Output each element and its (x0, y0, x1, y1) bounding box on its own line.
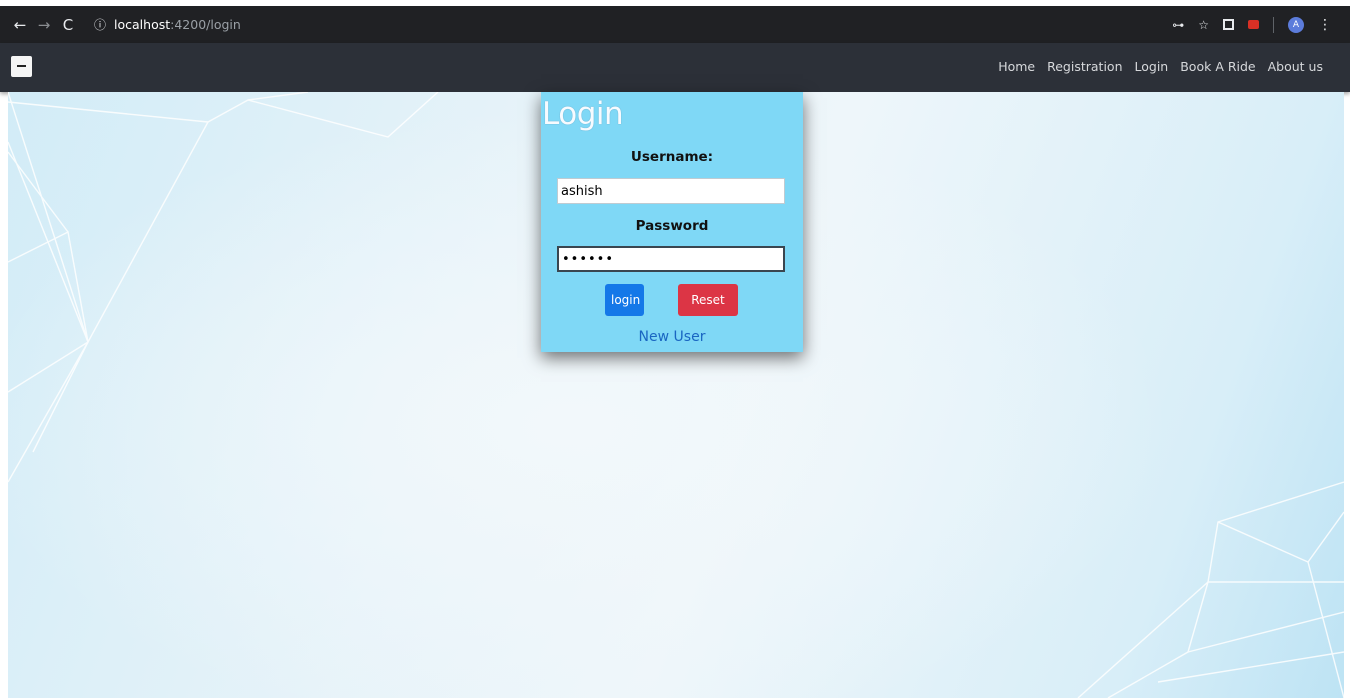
nav-login[interactable]: Login (1135, 59, 1169, 74)
red-extension-icon[interactable] (1248, 20, 1259, 29)
logo-icon[interactable] (11, 56, 32, 77)
password-input[interactable] (557, 246, 785, 272)
toolbar-divider (1273, 16, 1274, 33)
url-host: localhost (114, 17, 171, 32)
login-title: Login (542, 96, 624, 132)
new-user-link[interactable]: New User (541, 329, 803, 345)
login-button[interactable]: login (605, 284, 644, 316)
username-input[interactable] (557, 178, 785, 204)
login-card: Login Username: Password login Reset New… (541, 92, 803, 352)
nav-about-us[interactable]: About us (1268, 59, 1323, 74)
star-icon[interactable]: ☆ (1198, 18, 1209, 32)
menu-icon[interactable]: ⋮ (1318, 17, 1332, 33)
app-navbar: Home Registration Login Book A Ride Abou… (0, 43, 1350, 92)
nav-links: Home Registration Login Book A Ride Abou… (998, 59, 1323, 74)
nav-book-a-ride[interactable]: Book A Ride (1180, 59, 1255, 74)
info-icon[interactable]: ⓘ (94, 16, 106, 33)
nav-registration[interactable]: Registration (1047, 59, 1122, 74)
profile-avatar[interactable]: A (1288, 16, 1304, 33)
back-icon[interactable]: ← (8, 16, 32, 34)
reload-icon[interactable]: C (56, 16, 80, 34)
password-label: Password (635, 218, 709, 234)
username-label: Username: (630, 149, 714, 165)
nav-home[interactable]: Home (998, 59, 1035, 74)
url-path: :4200/login (170, 17, 241, 32)
browser-toolbar: ← → C ⓘ localhost:4200/login ⊶ ☆ A ⋮ (0, 6, 1350, 43)
forward-icon[interactable]: → (32, 16, 56, 34)
extension-icon[interactable] (1223, 19, 1234, 30)
address-bar[interactable]: ⓘ localhost:4200/login (94, 16, 241, 33)
reset-button[interactable]: Reset (678, 284, 738, 316)
key-icon[interactable]: ⊶ (1172, 18, 1184, 32)
browser-actions: ⊶ ☆ A ⋮ (1172, 16, 1332, 33)
